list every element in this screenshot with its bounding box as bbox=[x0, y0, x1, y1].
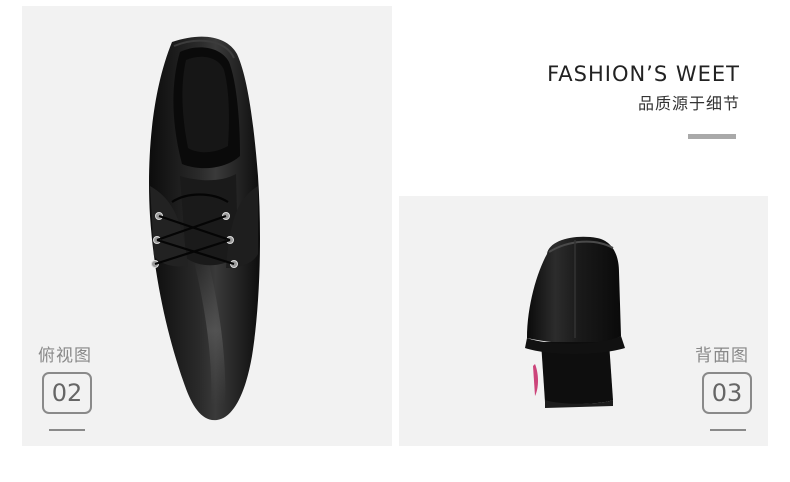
back-view-label: 背面图 bbox=[695, 346, 749, 366]
headline-subtitle: 品质源于细节 bbox=[637, 94, 740, 113]
headline-divider bbox=[688, 134, 736, 139]
top-view-label: 俯视图 bbox=[38, 346, 92, 366]
headline-title: FASHION’S WEET bbox=[547, 62, 740, 86]
top-view-number: 02 bbox=[42, 372, 92, 414]
back-view-number: 03 bbox=[702, 372, 752, 414]
back-view-underline bbox=[710, 429, 746, 431]
headline: FASHION’S WEET 品质源于细节 bbox=[547, 60, 740, 114]
top-view-underline bbox=[49, 429, 85, 431]
